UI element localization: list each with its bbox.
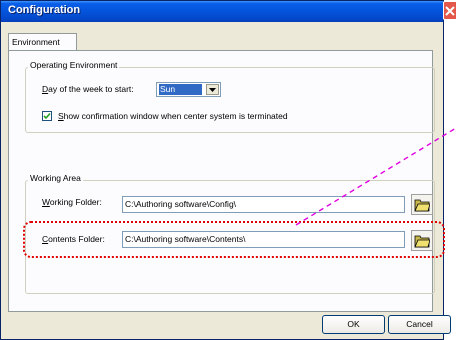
day-of-week-select[interactable]: Sun [156,82,221,97]
close-icon [445,6,455,16]
tab-environment-label: Environment [12,37,60,47]
confirmation-checkbox-label: Show confirmation window when center sys… [58,111,288,121]
tab-environment[interactable]: Environment [8,33,77,51]
folder-icon [414,199,430,212]
working-folder-browse-button[interactable] [411,194,433,215]
day-of-week-label-text: ay of the week to start: [48,84,134,94]
title-bar[interactable]: Configuration [1,1,443,22]
confirmation-checkbox[interactable] [42,111,52,121]
confirmation-checkbox-label-text: how confirmation window when center syst… [63,111,288,121]
close-button[interactable] [443,1,456,20]
ok-button[interactable]: OK [322,315,385,334]
day-of-week-label: Day of the week to start: [42,84,134,94]
contents-folder-highlight [23,221,445,258]
working-area-label: Working Area [28,173,83,183]
working-folder-label-text: orking Folder: [49,197,102,207]
working-folder-input[interactable]: C:\Authoring software\Config\ [122,196,405,213]
check-icon [43,112,51,120]
working-folder-label: Working Folder: [42,197,102,207]
day-of-week-value: Sun [159,84,202,95]
cancel-button[interactable]: Cancel [388,315,451,334]
chevron-down-icon[interactable] [206,84,219,95]
working-folder-value: C:\Authoring software\Config\ [125,199,237,209]
operating-environment-label: Operating Environment [28,60,120,70]
window-title: Configuration [8,4,81,16]
configuration-dialog: Configuration Environment Operating Envi… [0,0,451,340]
operating-environment-group [25,67,435,133]
